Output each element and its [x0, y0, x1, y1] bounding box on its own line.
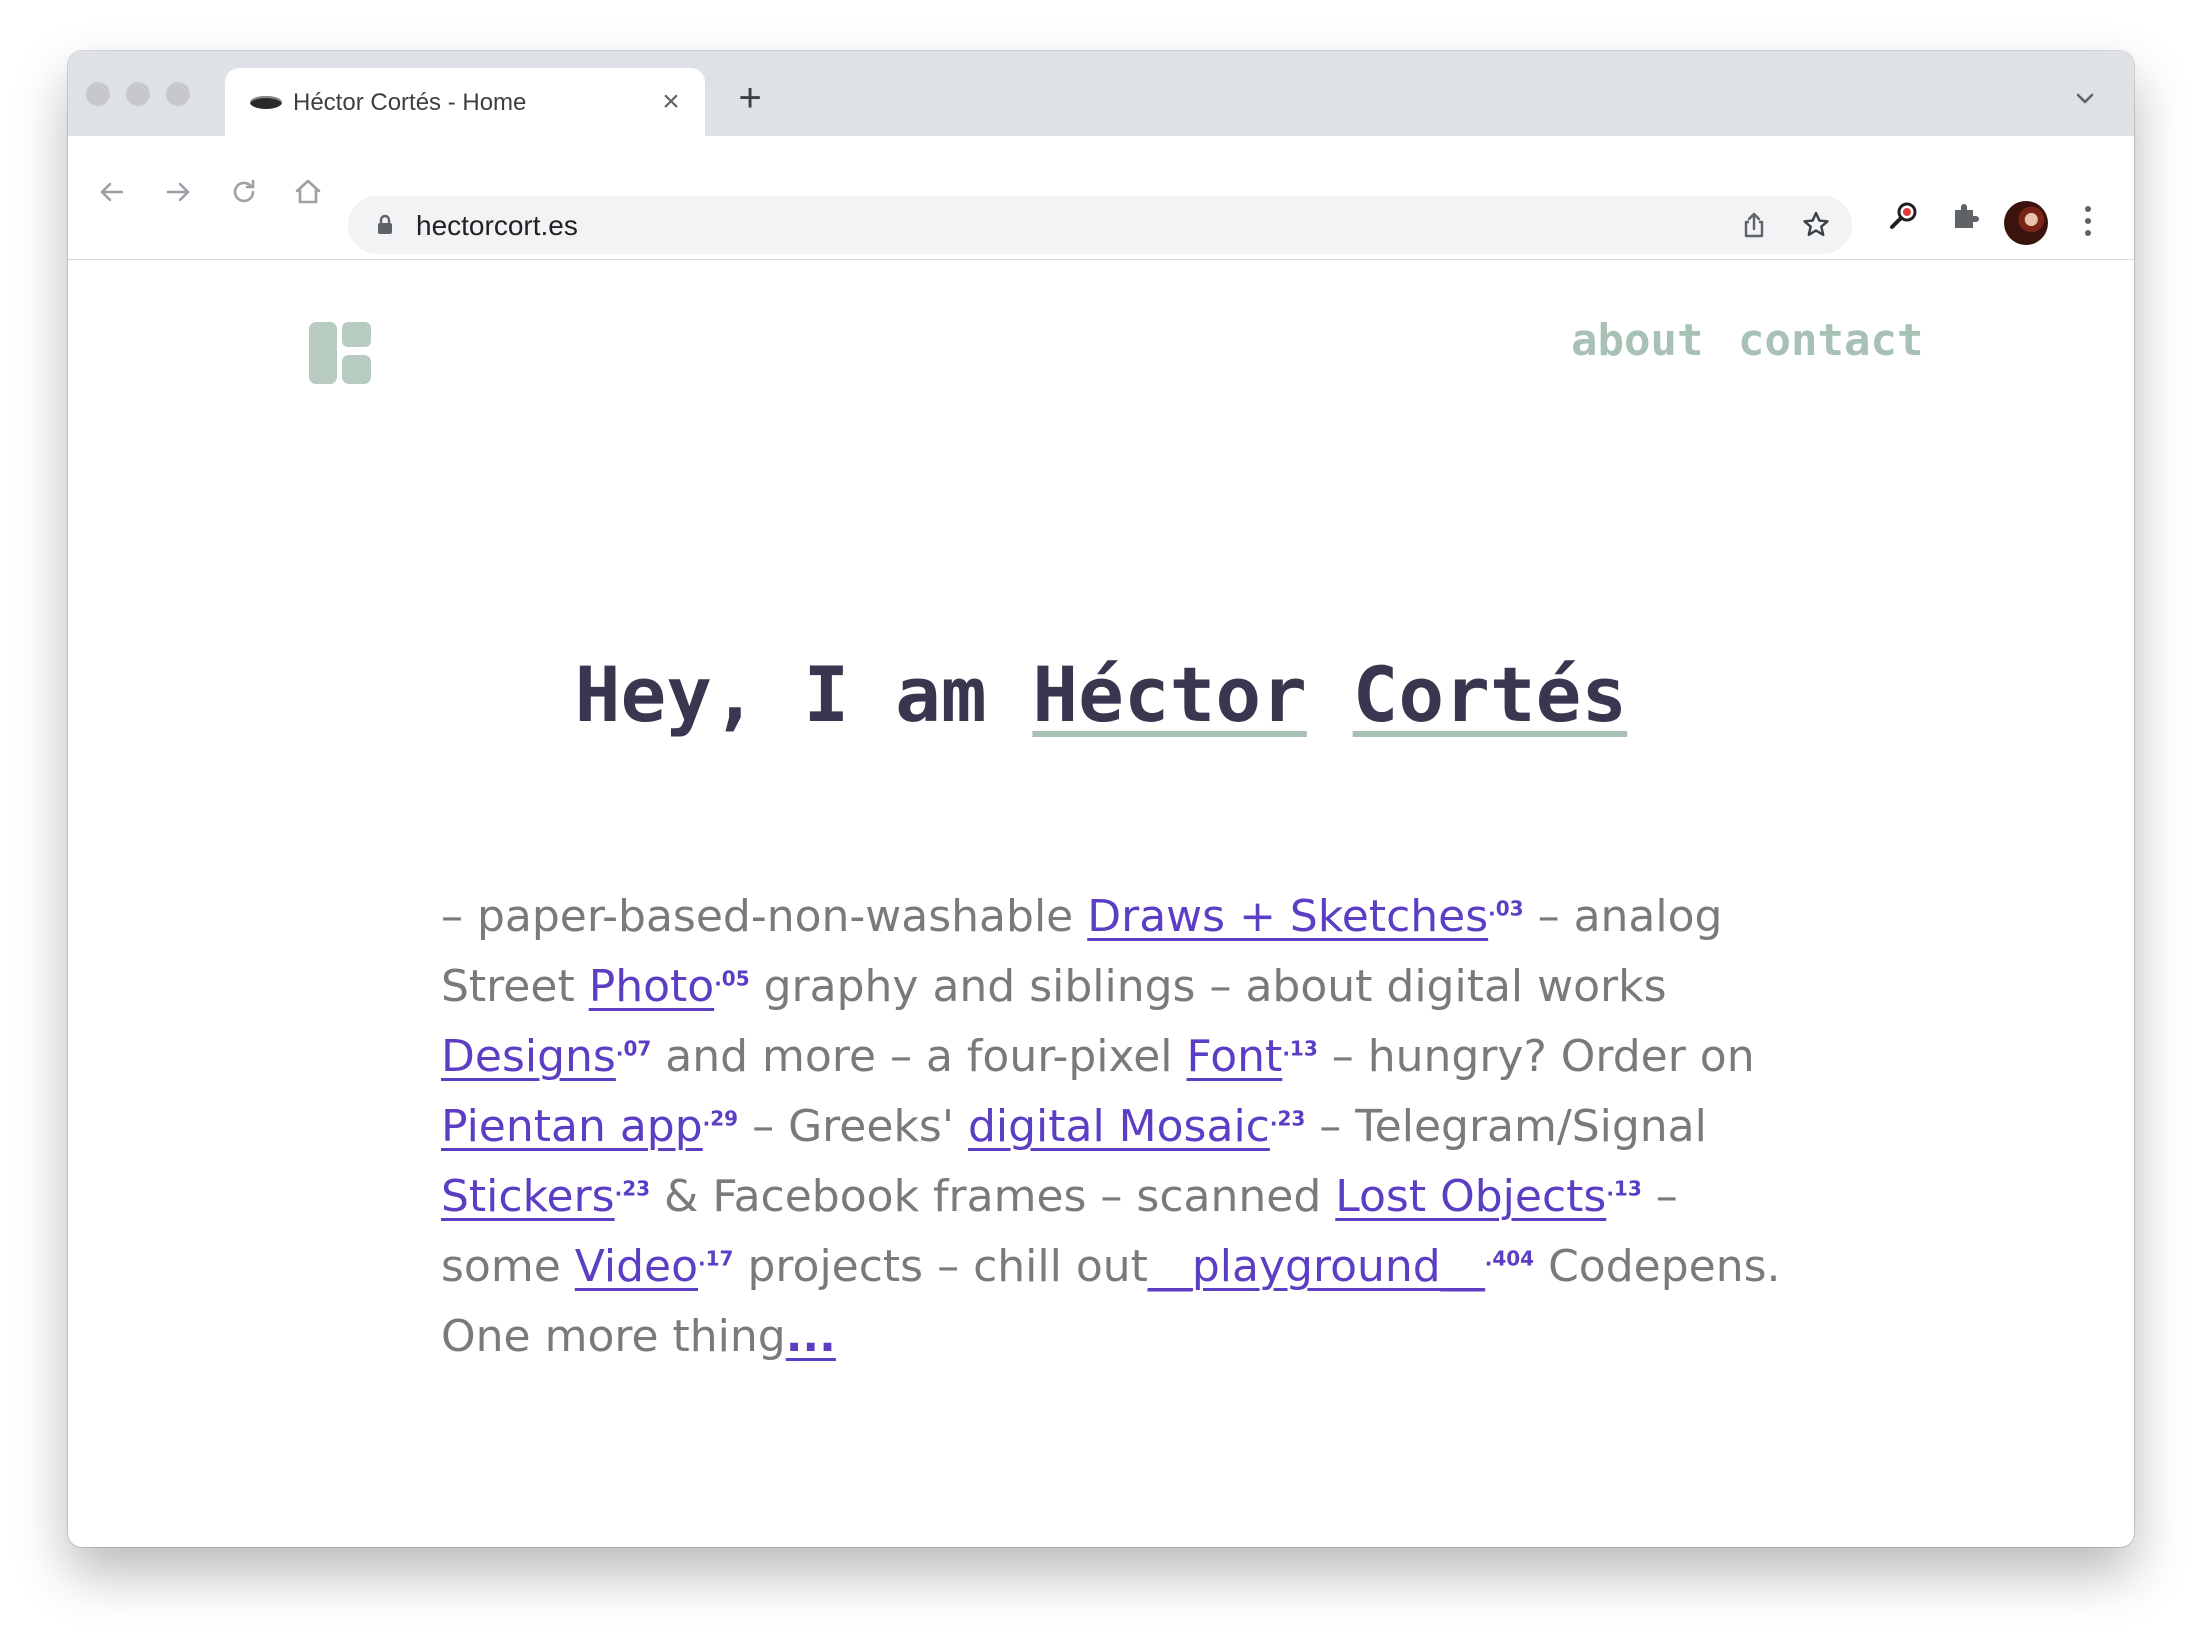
search-extension-icon[interactable] — [1886, 198, 1922, 234]
tab-title: Héctor Cortés - Home — [293, 89, 527, 116]
minimize-window-button[interactable] — [126, 82, 150, 106]
heading-space — [1307, 650, 1353, 739]
tab-strip: Héctor Cortés - Home × + — [68, 51, 2134, 136]
toolbar: hectorcort.es — [68, 136, 2134, 260]
tab-active[interactable]: Héctor Cortés - Home × — [225, 68, 705, 136]
forward-icon[interactable] — [158, 172, 198, 212]
favicon-icon — [250, 96, 282, 109]
nav-about-link[interactable]: about — [1571, 315, 1703, 366]
digital-mosaic-link[interactable]: digital Mosaic — [968, 1101, 1270, 1152]
star-icon[interactable] — [1800, 209, 1832, 241]
lock-icon[interactable] — [372, 212, 398, 238]
tab-close-button[interactable]: × — [653, 84, 689, 120]
photo-link[interactable]: Photo — [589, 961, 715, 1012]
page-content: about contact Hey, I am Héctor Cortés – … — [68, 260, 2134, 1547]
zoom-window-button[interactable] — [166, 82, 190, 106]
avatar[interactable] — [2004, 201, 2048, 245]
heading-prefix: Hey, I am — [574, 650, 1033, 739]
heading-last-name[interactable]: Cortés — [1353, 650, 1628, 739]
video-link[interactable]: Video — [575, 1241, 698, 1292]
link-count: .13 — [1282, 1036, 1318, 1061]
site-logo[interactable] — [309, 322, 371, 384]
bio-text: graphy and siblings – about digital work… — [749, 961, 1667, 1012]
menu-icon[interactable] — [2080, 201, 2096, 241]
link-count: .13 — [1606, 1176, 1642, 1201]
link-count: .03 — [1488, 896, 1524, 921]
nav-contact-link[interactable]: contact — [1738, 315, 1923, 366]
one-more-thing-link[interactable]: ... — [786, 1311, 836, 1362]
draws-sketches-link[interactable]: Draws + Sketches — [1087, 891, 1488, 942]
bio-text: projects – chill out — [733, 1241, 1148, 1292]
link-count: .29 — [702, 1106, 739, 1131]
address-bar[interactable]: hectorcort.es — [348, 196, 1852, 254]
bio-text: – paper-based-non-washable — [441, 891, 1088, 942]
bio-text: – Greeks' — [738, 1101, 968, 1152]
share-icon[interactable] — [1738, 209, 1770, 241]
new-tab-button[interactable]: + — [728, 76, 772, 120]
bio-text: and more – a four-pixel — [651, 1031, 1187, 1082]
link-count: .07 — [615, 1036, 652, 1061]
url-text[interactable]: hectorcort.es — [416, 210, 578, 242]
bio-text: – Telegram/Signal — [1305, 1101, 1707, 1152]
bio-text: Codepens. — [1534, 1241, 1781, 1292]
stickers-link[interactable]: Stickers — [441, 1171, 615, 1222]
pientan-app-link[interactable]: Pientan app — [441, 1101, 703, 1152]
bio-text: & Facebook frames – scanned — [650, 1171, 1336, 1222]
back-icon[interactable] — [92, 172, 132, 212]
lost-objects-link[interactable]: Lost Objects — [1335, 1171, 1606, 1222]
home-icon[interactable] — [288, 172, 328, 212]
heading-first-name[interactable]: Héctor — [1032, 650, 1307, 739]
link-count: .404 — [1484, 1246, 1535, 1271]
playground-link[interactable]: __playground__ — [1148, 1241, 1485, 1292]
page-title: Hey, I am Héctor Cortés — [68, 650, 2134, 739]
extensions-icon[interactable] — [1948, 198, 1984, 234]
link-count: .23 — [1269, 1106, 1306, 1131]
designs-link[interactable]: Designs — [441, 1031, 616, 1082]
link-count: .05 — [714, 966, 750, 991]
close-window-button[interactable] — [86, 82, 110, 106]
reload-icon[interactable] — [224, 172, 264, 212]
link-count: .23 — [614, 1176, 651, 1201]
link-count: .17 — [698, 1246, 734, 1271]
bio-text: – hungry? Order on — [1317, 1031, 1755, 1082]
browser-window: Héctor Cortés - Home × + hectorcort.es a… — [68, 51, 2134, 1547]
tab-search-icon[interactable] — [2071, 84, 2099, 112]
one-more-thing-text: One more thing — [441, 1311, 786, 1362]
bio-paragraph: – paper-based-non-washable Draws + Sketc… — [441, 882, 1781, 1372]
font-link[interactable]: Font — [1187, 1031, 1283, 1082]
